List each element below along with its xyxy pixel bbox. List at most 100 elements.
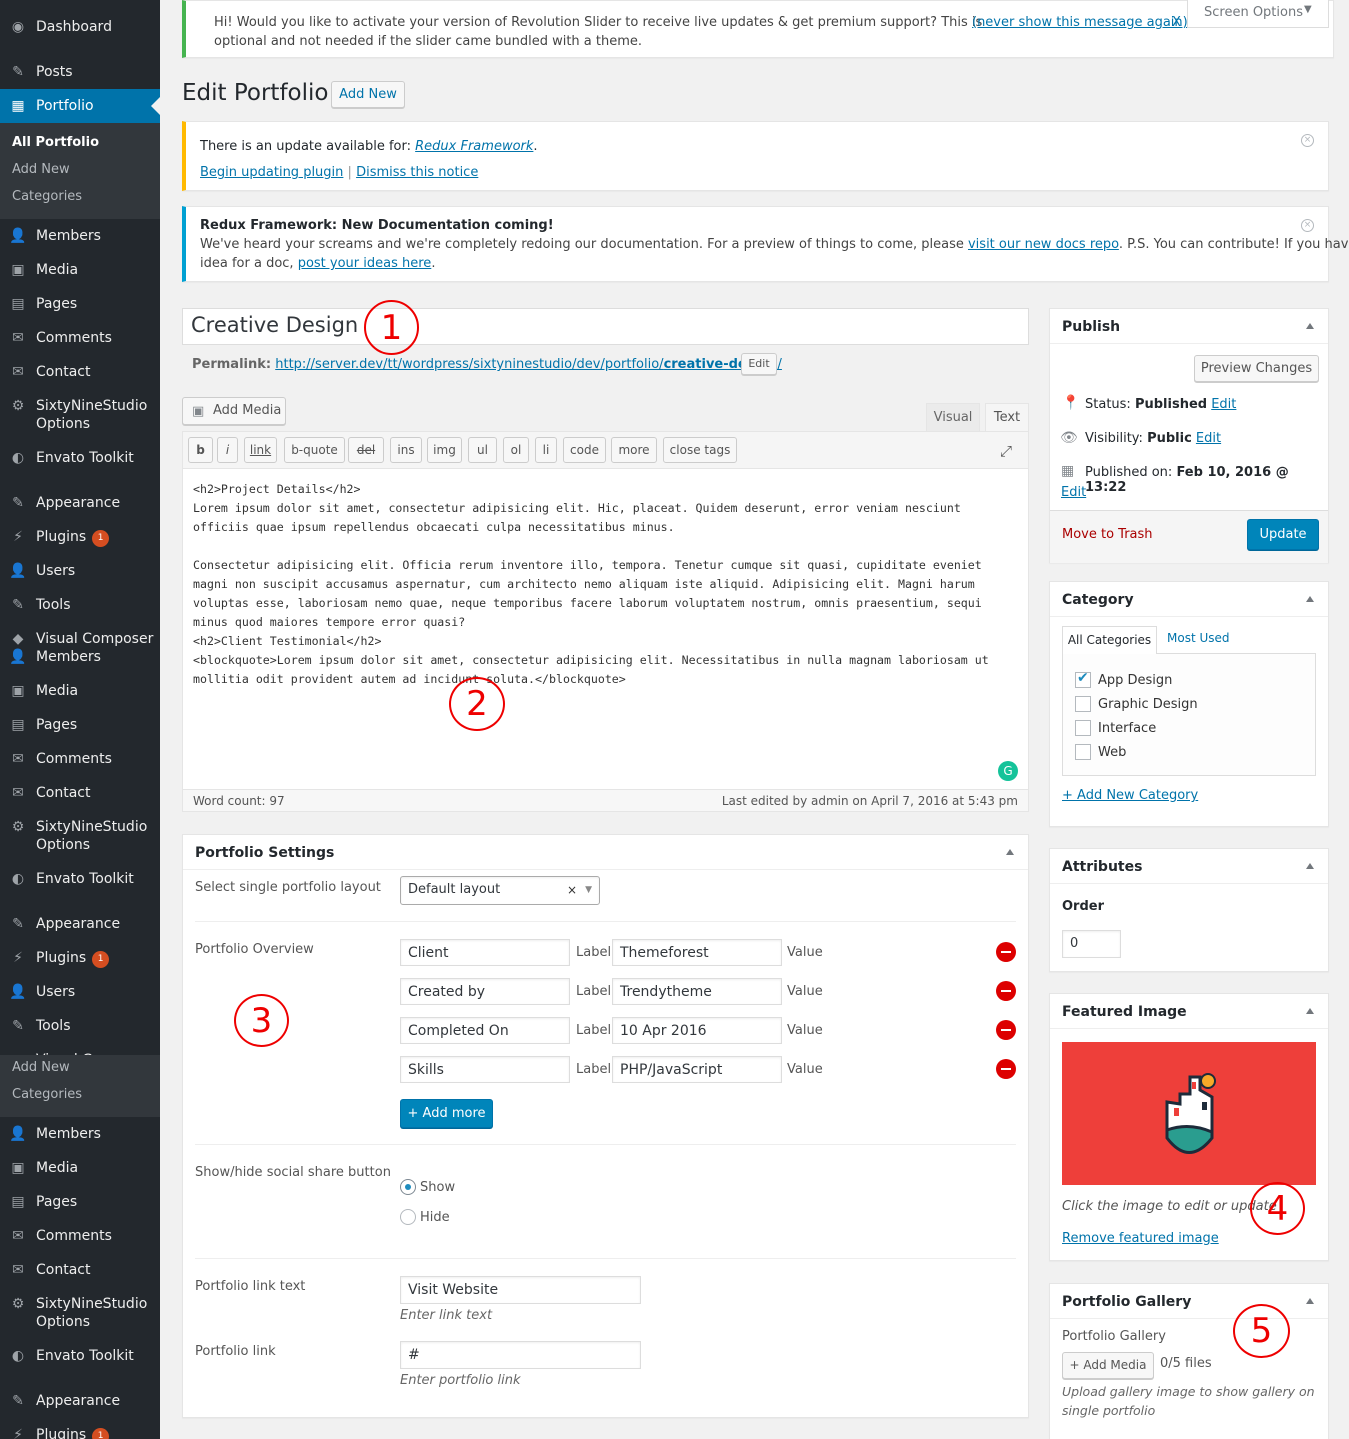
layout-select[interactable]: Default layout × ▼	[400, 876, 600, 905]
quicktag-b-button[interactable]: b	[188, 437, 213, 463]
edit-visibility-link[interactable]: Edit	[1196, 431, 1221, 446]
quicktag-close-tags-button[interactable]: close tags	[663, 437, 737, 463]
overview-value-input[interactable]: Trendytheme	[612, 978, 782, 1005]
overview-label-input[interactable]: Created by	[400, 978, 570, 1005]
pages-icon: ▤	[11, 296, 25, 312]
tools-icon: ✎	[12, 597, 24, 613]
portfolio-settings-header[interactable]: Portfolio Settings	[183, 835, 1028, 870]
portfolio-link-input[interactable]: #	[400, 1341, 641, 1369]
hide-radio[interactable]	[400, 1209, 416, 1225]
category-checkbox[interactable]	[1075, 696, 1091, 712]
submenu-categories-2[interactable]: Categories	[12, 1087, 82, 1102]
portfolio-gallery-header[interactable]: Portfolio Gallery	[1050, 1284, 1328, 1319]
contact-icon: ✉	[12, 364, 24, 380]
post-ideas-link[interactable]: post your ideas here	[298, 256, 432, 271]
tab-visual[interactable]: Visual	[926, 403, 980, 431]
plugin-link[interactable]: Redux Framework	[415, 139, 533, 154]
remove-row-icon[interactable]	[996, 942, 1016, 962]
edit-date-link[interactable]: Edit	[1061, 485, 1086, 500]
overview-value-input[interactable]: PHP/JavaScript	[612, 1056, 782, 1083]
submenu-add-new[interactable]: Add New	[12, 162, 70, 177]
category-checkbox[interactable]	[1075, 720, 1091, 736]
move-to-trash-link[interactable]: Move to Trash	[1062, 527, 1153, 542]
show-radio[interactable]	[400, 1179, 416, 1195]
overview-value-input[interactable]: 10 Apr 2016	[612, 1017, 782, 1044]
add-new-button[interactable]: Add New	[331, 81, 405, 108]
add-more-button[interactable]: + Add more	[400, 1099, 493, 1128]
overview-label-input[interactable]: Completed On	[400, 1017, 570, 1044]
quicktag-del-button[interactable]: del	[348, 437, 384, 463]
media-icon: ▣	[192, 404, 205, 419]
overview-label-input[interactable]: Skills	[400, 1056, 570, 1083]
envato-icon: ◐	[11, 1348, 25, 1364]
close-notice-link[interactable]: X	[1172, 15, 1181, 30]
appearance-icon: ✎	[12, 1393, 24, 1409]
annotation-3: 3	[234, 994, 289, 1047]
quicktag-link-button[interactable]: link	[244, 437, 277, 463]
quicktag-img-button[interactable]: img	[427, 437, 462, 463]
category-header[interactable]: Category	[1050, 582, 1328, 617]
vc-icon: ◆	[12, 631, 24, 647]
tab-most-used[interactable]: Most Used	[1167, 631, 1230, 645]
order-input[interactable]: 0	[1062, 930, 1121, 958]
publish-header[interactable]: Publish	[1050, 309, 1328, 344]
contact-icon: ✉	[12, 785, 24, 801]
post-title-input[interactable]: Creative Design	[182, 308, 1029, 345]
featured-image[interactable]	[1062, 1042, 1316, 1185]
collapse-icon	[1306, 323, 1314, 329]
remove-row-icon[interactable]	[996, 1020, 1016, 1040]
begin-update-link[interactable]: Begin updating plugin	[200, 165, 343, 180]
docs-repo-link[interactable]: visit our new docs repo	[968, 237, 1119, 252]
featured-image-header[interactable]: Featured Image	[1050, 994, 1328, 1029]
submenu-all-portfolio[interactable]: All Portfolio	[12, 135, 99, 150]
grammarly-icon[interactable]: G	[998, 761, 1018, 781]
attributes-header[interactable]: Attributes	[1050, 849, 1328, 884]
revslider-notice: Hi! Would you like to activate your vers…	[182, 0, 1334, 58]
category-checkbox[interactable]	[1075, 744, 1091, 760]
remove-row-icon[interactable]	[996, 1059, 1016, 1079]
tab-text[interactable]: Text	[985, 403, 1029, 432]
annotation-1: 1	[364, 300, 419, 355]
submenu-add-new-2[interactable]: Add New	[12, 1060, 70, 1075]
update-button[interactable]: Update	[1247, 519, 1319, 550]
pages-icon: ▤	[11, 717, 25, 733]
close-icon[interactable]: ×	[1301, 134, 1314, 147]
edit-permalink-button[interactable]: Edit	[741, 353, 777, 375]
remove-featured-image-link[interactable]: Remove featured image	[1062, 1231, 1219, 1246]
quicktag-li-button[interactable]: li	[535, 437, 557, 463]
remove-row-icon[interactable]	[996, 981, 1016, 1001]
permalink-link[interactable]: http://server.dev/tt/wordpress/sixtynine…	[275, 357, 782, 372]
screen-options-button[interactable]: Screen Options ▼	[1187, 0, 1329, 28]
quicktag-ul-button[interactable]: ul	[468, 437, 497, 463]
fullscreen-icon[interactable]: ⤢	[1000, 442, 1012, 460]
collapse-icon	[1306, 1298, 1314, 1304]
category-checkbox[interactable]: ✔	[1075, 670, 1091, 688]
quicktag-ol-button[interactable]: ol	[503, 437, 529, 463]
submenu-categories[interactable]: Categories	[12, 189, 82, 204]
tab-all-categories[interactable]: All Categories	[1062, 626, 1157, 654]
overview-label-input[interactable]: Client	[400, 939, 570, 966]
quicktag-i-button[interactable]: i	[217, 437, 238, 463]
content-textarea[interactable]: <h2>Project Details</h2> Lorem ipsum dolo…	[193, 480, 989, 689]
quicktag-ins-button[interactable]: ins	[390, 437, 422, 463]
sidebar-item-portfolio[interactable]: ▦ Portfolio	[0, 89, 160, 123]
portfolio-submenu-2: Add New Categories	[0, 1055, 160, 1117]
gallery-add-media-button[interactable]: + Add Media	[1062, 1352, 1154, 1379]
media-icon: ▣	[11, 262, 25, 278]
link-text-input[interactable]: Visit Website	[400, 1276, 641, 1304]
quicktag-code-button[interactable]: code	[563, 437, 606, 463]
comments-icon: ✉	[12, 1228, 24, 1244]
quicktag-more-button[interactable]: more	[611, 437, 657, 463]
edit-status-link[interactable]: Edit	[1211, 397, 1236, 412]
add-new-category-link[interactable]: + Add New Category	[1062, 788, 1198, 803]
quicktag-b-quote-button[interactable]: b-quote	[284, 437, 345, 463]
add-media-button[interactable]: ▣ Add Media	[182, 397, 286, 425]
dismiss-notice-link[interactable]: Dismiss this notice	[356, 165, 478, 180]
portfolio-gallery-box: Portfolio Gallery Portfolio Gallery + Ad…	[1049, 1283, 1329, 1439]
overview-value-input[interactable]: Themeforest	[612, 939, 782, 966]
collapse-icon	[1306, 863, 1314, 869]
never-show-link[interactable]: (never show this message again)	[972, 15, 1188, 30]
close-icon[interactable]: ×	[1301, 219, 1314, 232]
preview-changes-button[interactable]: Preview Changes	[1194, 355, 1319, 382]
category-box: Category All Categories Most Used ✔ App D…	[1049, 581, 1329, 827]
